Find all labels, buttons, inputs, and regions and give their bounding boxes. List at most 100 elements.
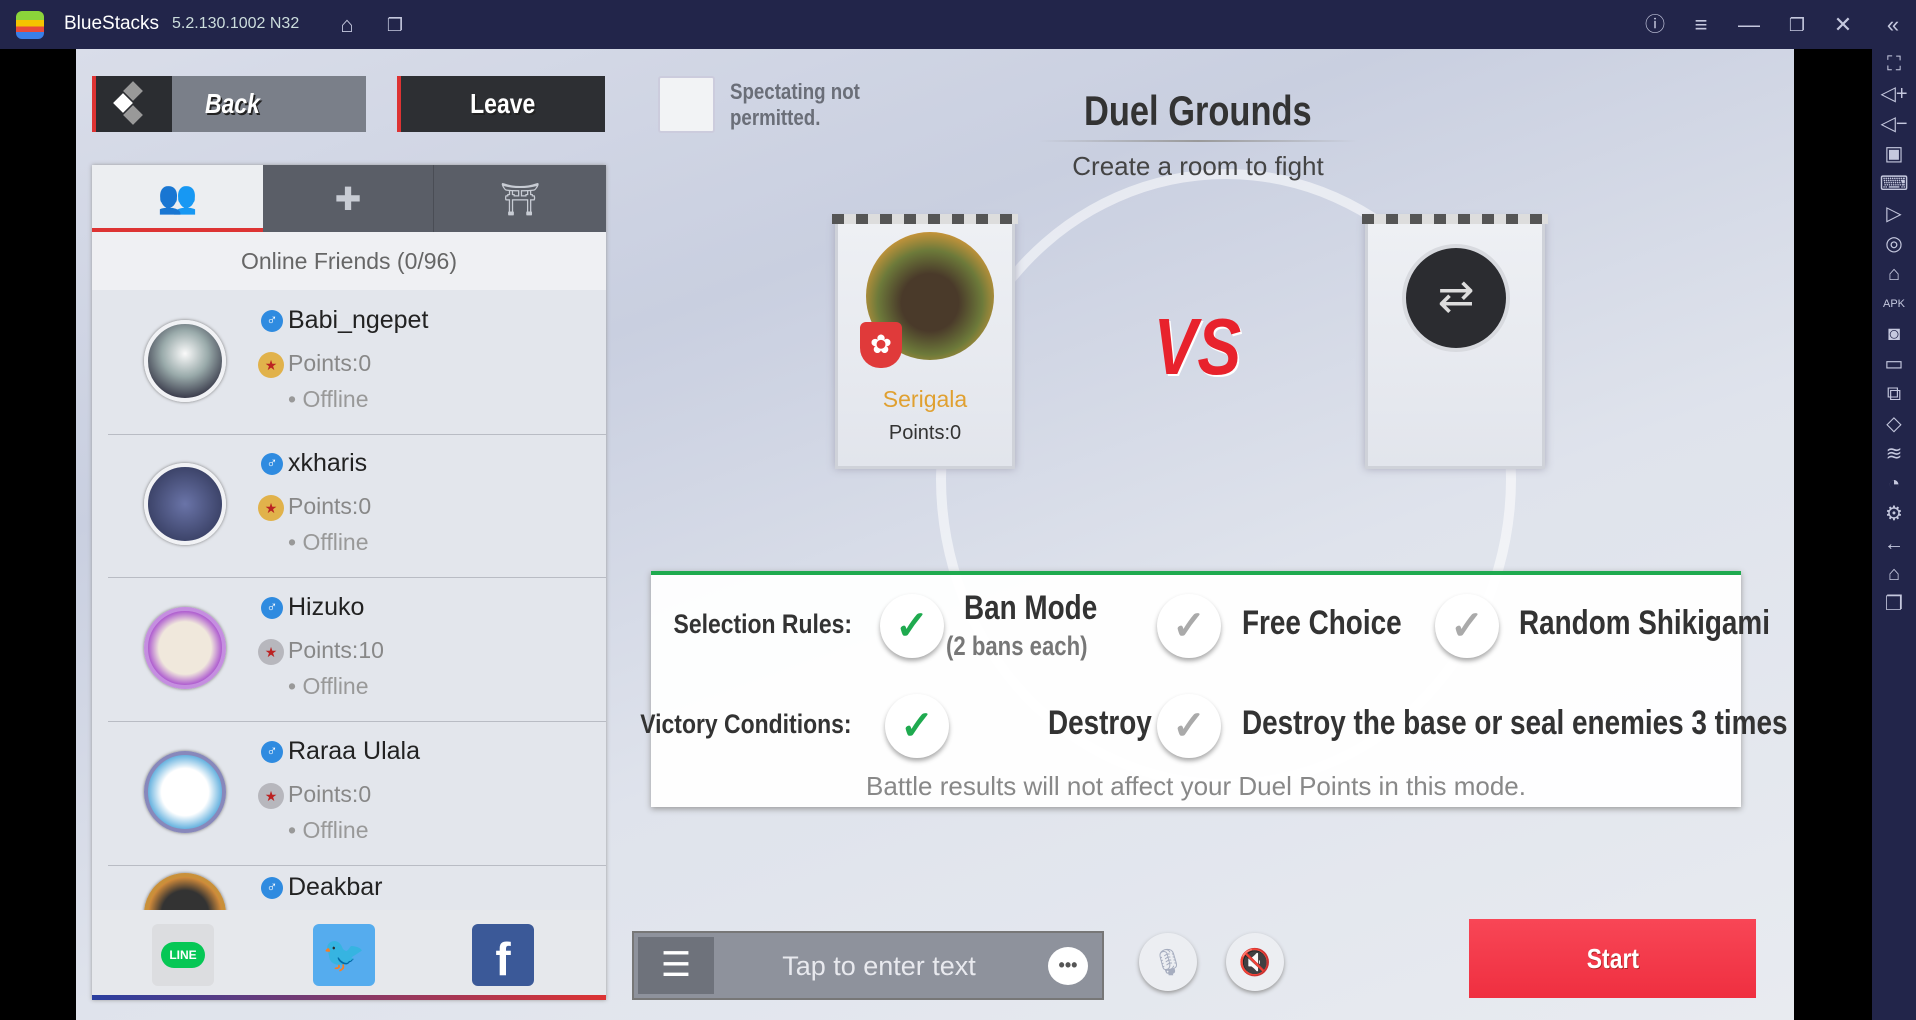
opponent-card[interactable]: ⇄ — [1362, 214, 1548, 469]
app-name: BlueStacks — [64, 13, 160, 34]
menu-icon[interactable]: ≡ — [1686, 10, 1716, 40]
speaker-muted-icon[interactable]: 🔇 — [1226, 933, 1284, 991]
title-divider — [1038, 140, 1358, 142]
emulator-sidebar: ⛶ ◁+ ◁− ▣ ⌨ ▷ ◎ ⌂ APK ◙ ▭ ⧉ ◇ ≋ ◔ ⚙ ← ⌂ … — [1872, 49, 1916, 1020]
screenshot-icon[interactable]: ◙ — [1872, 319, 1916, 349]
check-icon: ✓ — [895, 604, 929, 648]
facebook-icon: f — [495, 933, 511, 985]
friend-item[interactable]: ♂ Deakbar — [108, 865, 606, 910]
home-icon[interactable]: ⌂ — [332, 10, 362, 40]
vs-text: VS — [1153, 302, 1242, 391]
macro-icon[interactable]: ⌂ — [1872, 259, 1916, 289]
recent-apps-icon[interactable]: ❐ — [1872, 589, 1916, 619]
settings-icon[interactable]: ⚙ — [1872, 499, 1916, 529]
keyboard-icon[interactable]: ⌨ — [1872, 169, 1916, 199]
male-icon: ♂ — [261, 597, 283, 619]
friend-item[interactable]: ♂ Babi_ngepet ★ Points:0 • Offline — [108, 290, 606, 435]
player-card[interactable]: ✿ Serigala Points:0 — [832, 214, 1018, 469]
friend-name: Raraa Ulala — [288, 737, 421, 765]
friend-item[interactable]: ♂ Raraa Ulala ★ Points:0 • Offline — [108, 721, 606, 866]
friend-name: Babi_ngepet — [288, 306, 429, 334]
check-icon: ✓ — [1172, 704, 1206, 748]
app-version: 5.2.130.1002 N32 — [172, 15, 300, 32]
window-titlebar: BlueStacks 5.2.130.1002 N32 ⌂ ❐ ⓘ ≡ — ❐ … — [0, 0, 1916, 49]
friend-status: • Offline — [288, 673, 369, 699]
facebook-button[interactable]: f — [472, 924, 534, 986]
destroy-or-seal-checkbox[interactable]: ✓ — [1157, 694, 1221, 758]
fullscreen-icon[interactable]: ⛶ — [1872, 49, 1916, 79]
swap-icon[interactable]: ⇄ — [1402, 244, 1510, 352]
chat-list-icon[interactable]: ☰ — [638, 937, 714, 994]
player-name: Serigala — [882, 386, 968, 412]
folder-icon[interactable]: ▭ — [1872, 349, 1916, 379]
leave-button[interactable]: Leave — [397, 76, 605, 132]
spectating-checkbox[interactable] — [658, 76, 715, 133]
status-text: Offline — [302, 529, 369, 555]
apk-install-icon[interactable]: APK — [1872, 289, 1916, 319]
volume-up-icon[interactable]: ◁+ — [1872, 79, 1916, 109]
random-shikigami-label: Random Shikigami — [1519, 604, 1770, 642]
friend-status: • Offline — [288, 529, 369, 555]
friend-name: Hizuko — [288, 593, 365, 621]
friends-list[interactable]: ♂ Babi_ngepet ★ Points:0 • Offline ♂ xkhari… — [92, 290, 606, 910]
ban-mode-sublabel: (2 bans each) — [946, 631, 1088, 661]
chat-bubble-icon[interactable]: ••• — [1048, 947, 1088, 985]
collapse-sidebar-icon[interactable]: « — [1878, 10, 1908, 40]
eco-mode-icon[interactable]: ◇ — [1872, 409, 1916, 439]
check-icon: ✓ — [1450, 604, 1484, 648]
multi-instance-icon[interactable]: ❐ — [380, 10, 410, 40]
friend-item[interactable]: ♂ xkharis ★ Points:0 • Offline — [108, 433, 606, 578]
rotate-icon[interactable]: ◎ — [1872, 229, 1916, 259]
game-area: Back Leave Spectating not permitted. 👥 ✚… — [76, 49, 1794, 1020]
chat-bar: ☰ ••• — [632, 931, 1104, 1000]
page-title: Duel Grounds — [948, 87, 1448, 135]
pointer-icon[interactable]: ▣ — [1872, 139, 1916, 169]
back-arrow-icon[interactable]: ← — [1872, 529, 1916, 559]
multi-window-icon[interactable]: ⧉ — [1872, 379, 1916, 409]
free-choice-checkbox[interactable]: ✓ — [1157, 594, 1221, 658]
friend-status: • Offline — [288, 386, 369, 412]
random-shikigami-checkbox[interactable]: ✓ — [1435, 594, 1499, 658]
friend-status: • Offline — [288, 817, 369, 843]
twitter-button[interactable]: 🐦 — [313, 924, 375, 986]
check-icon: ✓ — [1172, 604, 1206, 648]
destroy-base-checkbox[interactable]: ✓ — [885, 694, 949, 758]
avatar — [144, 873, 226, 910]
restore-icon[interactable]: ❐ — [1782, 10, 1812, 40]
microphone-muted-icon[interactable]: 🎙 — [1139, 933, 1197, 991]
start-button[interactable]: Start — [1469, 919, 1756, 998]
friend-item[interactable]: ♂ Hizuko ★ Points:10 • Offline — [108, 577, 606, 722]
team-emblem-icon: ✿ — [860, 322, 902, 368]
close-icon[interactable]: ✕ — [1828, 10, 1858, 40]
male-icon: ♂ — [261, 741, 283, 763]
start-label: Start — [1586, 942, 1639, 974]
vs-label: VS — [1144, 301, 1251, 393]
record-icon[interactable]: ▷ — [1872, 199, 1916, 229]
avatar — [144, 463, 226, 545]
tab-guild[interactable]: ⛩ — [434, 165, 606, 232]
friends-tabs: 👥 ✚ ⛩ — [92, 165, 606, 232]
help-icon[interactable]: ⓘ — [1640, 10, 1670, 40]
tab-add[interactable]: ✚ — [263, 165, 434, 232]
torii-gate-icon: ⛩ — [499, 180, 541, 217]
android-home-icon[interactable]: ⌂ — [1872, 559, 1916, 589]
chat-input[interactable] — [724, 939, 1034, 994]
friend-points: Points:0 — [288, 781, 372, 807]
friend-name: Deakbar — [288, 873, 383, 901]
rank-medal-icon: ★ — [258, 639, 284, 665]
back-button[interactable]: Back — [92, 76, 366, 132]
layers-icon[interactable]: ≋ — [1872, 439, 1916, 469]
rank-medal-icon: ★ — [258, 352, 284, 378]
male-icon: ♂ — [261, 453, 283, 475]
minimize-icon[interactable]: — — [1734, 10, 1764, 40]
rank-medal-icon: ★ — [258, 783, 284, 809]
tab-friends[interactable]: 👥 — [92, 165, 263, 232]
line-button[interactable]: LINE — [152, 924, 214, 986]
performance-icon[interactable]: ◔ — [1872, 469, 1916, 499]
volume-down-icon[interactable]: ◁− — [1872, 109, 1916, 139]
page-subtitle: Create a room to fight — [1072, 151, 1324, 181]
ban-mode-checkbox[interactable]: ✓ — [880, 594, 944, 658]
check-icon: ✓ — [900, 704, 934, 748]
male-icon: ♂ — [261, 877, 283, 899]
avatar — [144, 751, 226, 833]
